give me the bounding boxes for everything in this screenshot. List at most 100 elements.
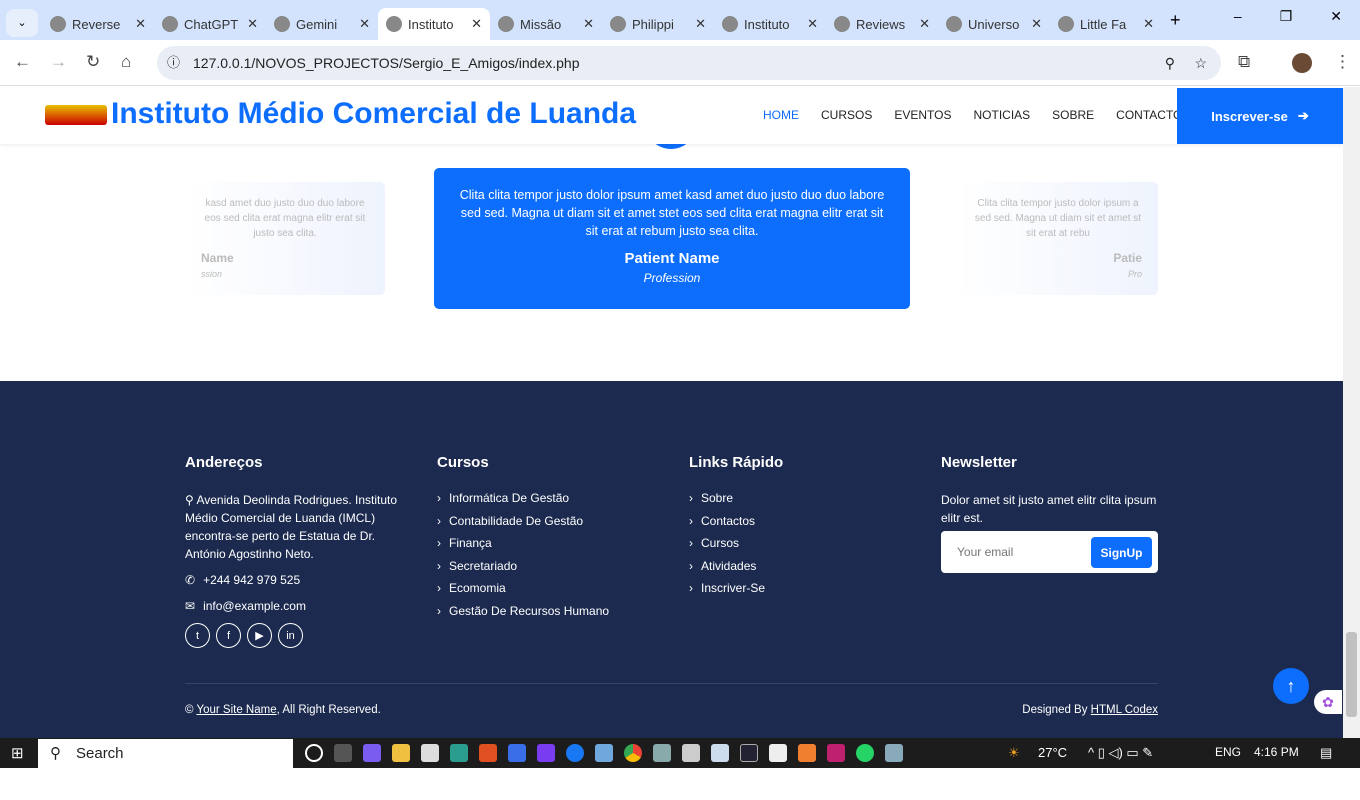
- whatsapp-icon[interactable]: [856, 744, 874, 762]
- browser-tab[interactable]: Philippi ✕: [602, 8, 714, 40]
- settings-icon[interactable]: [682, 744, 700, 762]
- close-tab-icon[interactable]: ✕: [359, 16, 370, 32]
- tray-icons[interactable]: ^ ▯ ◁) ▭ ✎: [1088, 745, 1153, 761]
- page-scrollbar[interactable]: [1343, 87, 1360, 738]
- newsletter-email-input[interactable]: [949, 539, 1079, 565]
- app-icon[interactable]: [508, 744, 526, 762]
- task-view-icon[interactable]: [334, 744, 352, 762]
- back-icon[interactable]: ←: [14, 52, 31, 72]
- designer-link[interactable]: HTML Codex: [1091, 704, 1158, 716]
- youtube-icon[interactable]: ▶: [247, 623, 272, 648]
- close-tab-icon[interactable]: ✕: [1031, 16, 1042, 32]
- site-info-icon[interactable]: ⓘ: [167, 46, 180, 80]
- footer-link[interactable]: › Secretariado: [437, 559, 667, 582]
- nav-item[interactable]: CURSOS: [821, 108, 872, 122]
- footer-link[interactable]: › Atividades: [689, 559, 919, 582]
- close-tab-icon[interactable]: ✕: [807, 16, 818, 32]
- minimize-button[interactable]: –: [1234, 8, 1242, 25]
- nav-item[interactable]: SOBRE: [1052, 108, 1094, 122]
- taskbar-search[interactable]: ⚲ Search: [38, 739, 293, 768]
- maximize-button[interactable]: ❐: [1280, 8, 1293, 25]
- keyboard-icon[interactable]: [595, 744, 613, 762]
- zoom-icon[interactable]: ⚲: [1165, 46, 1175, 80]
- xampp-icon[interactable]: [798, 744, 816, 762]
- copyright-text: , All Right Reserved.: [276, 704, 381, 716]
- enroll-button[interactable]: Inscrever-se ➔: [1177, 88, 1343, 144]
- forward-icon[interactable]: →: [50, 52, 67, 72]
- extension-floating-icon[interactable]: ✿: [1314, 690, 1342, 714]
- store-icon[interactable]: [421, 744, 439, 762]
- tab-title: Missão: [520, 16, 562, 32]
- browser-tab[interactable]: Universo ✕: [938, 8, 1050, 40]
- clock[interactable]: 4:16 PM: [1254, 745, 1299, 759]
- browser-tab[interactable]: ChatGPT ✕: [154, 8, 266, 40]
- browser-tab[interactable]: Reviews ✕: [826, 8, 938, 40]
- app-icon[interactable]: [653, 744, 671, 762]
- back-to-top-button[interactable]: ↑: [1273, 668, 1309, 704]
- app-icon[interactable]: [885, 744, 903, 762]
- notifications-icon[interactable]: ▤: [1320, 745, 1332, 761]
- chevron-right-icon: ›: [437, 558, 441, 573]
- footer-link[interactable]: › Contabilidade De Gestão: [437, 514, 667, 537]
- copilot-icon[interactable]: [363, 744, 381, 762]
- nav-item[interactable]: NOTICIAS: [973, 108, 1030, 122]
- home-icon[interactable]: ⌂: [121, 52, 131, 72]
- footer-link[interactable]: › Inscriver-Se: [689, 581, 919, 604]
- nav-item[interactable]: EVENTOS: [894, 108, 951, 122]
- scrollbar-thumb[interactable]: [1346, 632, 1357, 717]
- app-icon[interactable]: [827, 744, 845, 762]
- main-nav: HOME CURSOS EVENTOS NOTICIAS SOBRE CONTACTOS: [763, 108, 1190, 122]
- chrome-icon[interactable]: [624, 744, 642, 762]
- footer-link[interactable]: › Finança: [437, 536, 667, 559]
- browser-tab[interactable]: Missão ✕: [490, 8, 602, 40]
- site-name-link[interactable]: Your Site Name: [196, 704, 276, 716]
- weather-temp[interactable]: 27°C: [1038, 745, 1067, 760]
- close-tab-icon[interactable]: ✕: [695, 16, 706, 32]
- url-input[interactable]: ⓘ 127.0.0.1/NOVOS_PROJECTOS/Sergio_E_Ami…: [157, 46, 1221, 80]
- footer-link[interactable]: › Informática De Gestão: [437, 491, 667, 514]
- footer-link[interactable]: › Gestão De Recursos Humano: [437, 604, 667, 627]
- school-logo[interactable]: [45, 105, 107, 125]
- close-tab-icon[interactable]: ✕: [583, 16, 594, 32]
- footer-link[interactable]: › Ecomomia: [437, 581, 667, 604]
- language-indicator[interactable]: ENG: [1215, 745, 1241, 759]
- security-icon[interactable]: [769, 744, 787, 762]
- close-tab-icon[interactable]: ✕: [247, 16, 258, 32]
- tab-search-button[interactable]: ⌄: [6, 9, 38, 37]
- bookmark-star-icon[interactable]: ☆: [1194, 46, 1207, 80]
- twitter-icon[interactable]: t: [185, 623, 210, 648]
- phpstorm-icon[interactable]: [740, 744, 758, 762]
- file-explorer-icon[interactable]: [392, 744, 410, 762]
- menu-icon[interactable]: ⋮: [1334, 52, 1351, 72]
- signup-button[interactable]: SignUp: [1091, 537, 1152, 568]
- weather-icon[interactable]: ☀: [1008, 745, 1020, 761]
- extensions-icon[interactable]: ⧉: [1238, 52, 1250, 72]
- app-icon[interactable]: [479, 744, 497, 762]
- browser-tab[interactable]: Little Fa ✕: [1050, 8, 1162, 40]
- notepad-icon[interactable]: [711, 744, 729, 762]
- nav-item[interactable]: HOME: [763, 108, 799, 122]
- browser-tab[interactable]: Gemini ✕: [266, 8, 378, 40]
- close-tab-icon[interactable]: ✕: [471, 16, 482, 32]
- edge-icon[interactable]: [450, 744, 468, 762]
- close-tab-icon[interactable]: ✕: [135, 16, 146, 32]
- site-brand[interactable]: Instituto Médio Comercial de Luanda: [111, 97, 636, 131]
- reload-icon[interactable]: ↻: [86, 52, 100, 72]
- close-tab-icon[interactable]: ✕: [919, 16, 930, 32]
- linkedin-icon[interactable]: in: [278, 623, 303, 648]
- close-window-button[interactable]: ✕: [1330, 8, 1342, 25]
- footer-link[interactable]: › Cursos: [689, 536, 919, 559]
- close-tab-icon[interactable]: ✕: [1143, 16, 1154, 32]
- bootstrap-icon[interactable]: [537, 744, 555, 762]
- new-tab-button[interactable]: +: [1170, 10, 1181, 31]
- footer-link[interactable]: › Sobre: [689, 491, 919, 514]
- browser-tab[interactable]: Instituto ✕: [378, 8, 490, 40]
- cortana-icon[interactable]: [305, 744, 323, 762]
- facebook-icon[interactable]: f: [216, 623, 241, 648]
- footer-link[interactable]: › Contactos: [689, 514, 919, 537]
- windows-start-icon[interactable]: ⊞: [11, 744, 24, 762]
- browser-tab[interactable]: Instituto ✕: [714, 8, 826, 40]
- facebook-app-icon[interactable]: [566, 744, 584, 762]
- profile-avatar[interactable]: [1292, 53, 1312, 73]
- browser-tab[interactable]: Reverse ✕: [42, 8, 154, 40]
